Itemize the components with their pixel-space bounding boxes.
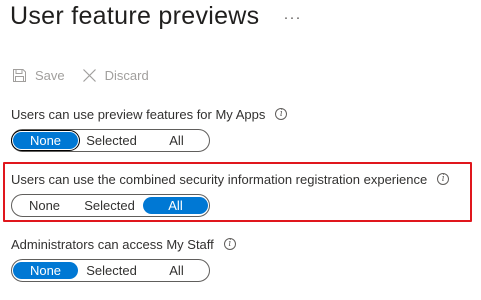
option-selected[interactable]: Selected: [79, 260, 144, 281]
info-icon[interactable]: i: [223, 238, 236, 250]
setting-label: Administrators can access My Staff: [11, 236, 214, 252]
save-button[interactable]: Save: [12, 68, 65, 83]
save-icon: [13, 68, 26, 82]
setting-my-staff-access: Administrators can access My Staff i Non…: [11, 235, 236, 282]
setting-label: Users can use preview features for My Ap…: [11, 106, 266, 122]
page-title: User feature previews: [10, 2, 260, 30]
option-all[interactable]: All: [144, 260, 209, 281]
option-all[interactable]: All: [144, 130, 209, 151]
option-selected[interactable]: Selected: [79, 130, 144, 151]
setting-combined-security-registration: Users can use the combined security info…: [11, 170, 450, 217]
page-header: User feature previews ···: [10, 2, 301, 31]
pivot-toggle: None Selected All: [11, 129, 210, 152]
discard-button[interactable]: Discard: [82, 68, 149, 83]
setting-my-apps-preview: Users can use preview features for My Ap…: [11, 105, 288, 152]
save-label: Save: [35, 67, 65, 83]
option-none[interactable]: None: [13, 262, 78, 279]
info-icon[interactable]: i: [275, 108, 288, 120]
info-icon[interactable]: i: [437, 173, 450, 185]
close-icon: [82, 68, 96, 82]
pivot-toggle: None Selected All: [11, 259, 210, 282]
option-selected[interactable]: Selected: [77, 195, 142, 216]
setting-label: Users can use the combined security info…: [11, 171, 428, 187]
option-none[interactable]: None: [11, 130, 80, 151]
pivot-toggle: None Selected All: [11, 194, 210, 217]
option-none[interactable]: None: [12, 195, 77, 216]
command-bar: Save Discard: [12, 63, 149, 87]
option-all[interactable]: All: [143, 197, 208, 214]
discard-label: Discard: [104, 67, 149, 83]
more-options-button[interactable]: ···: [283, 9, 301, 26]
